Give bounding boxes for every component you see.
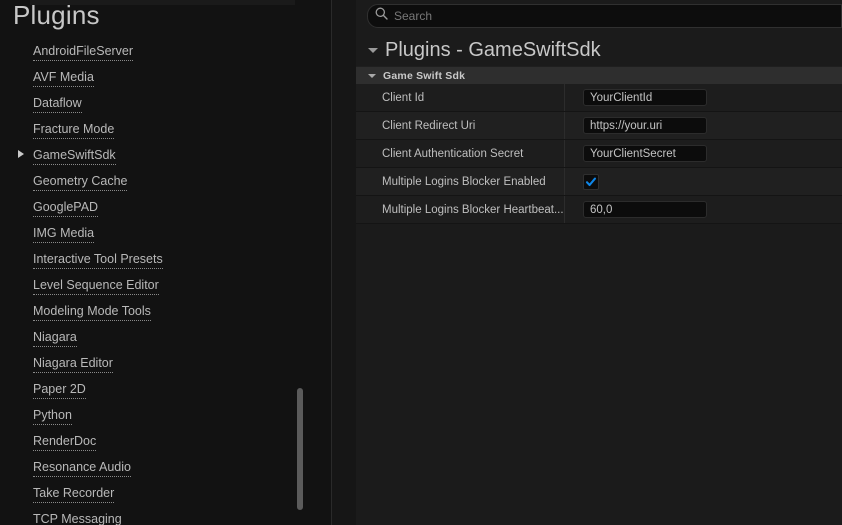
sidebar-item-label: Interactive Tool Presets (33, 251, 163, 269)
sidebar-item-label: Dataflow (33, 95, 82, 113)
sidebar-item-modeling-mode-tools[interactable]: Modeling Mode Tools (0, 298, 300, 324)
caret-down-icon[interactable] (368, 73, 376, 78)
sidebar-item-niagara-editor[interactable]: Niagara Editor (0, 350, 300, 376)
property-label: Multiple Logins Blocker Heartbeat... (382, 203, 564, 216)
sidebar-item-label: Niagara (33, 329, 77, 347)
sidebar-item-label: AndroidFileServer (33, 43, 134, 61)
sidebar-item-label: Resonance Audio (33, 459, 131, 477)
sidebar-item-interactive-tool-presets[interactable]: Interactive Tool Presets (0, 246, 300, 272)
sidebar-item-niagara[interactable]: Niagara (0, 324, 300, 350)
sidebar-item-gameswiftsdk[interactable]: GameSwiftSdk (0, 142, 300, 168)
property-row: Client Id YourClientId (356, 84, 842, 112)
text-input[interactable]: https://your.uri (583, 117, 707, 134)
property-rows: Client Id YourClientId Client Redirect Uri… (356, 84, 842, 224)
sidebar-item-renderdoc[interactable]: RenderDoc (0, 428, 300, 454)
checkmark-icon (585, 177, 597, 186)
sidebar-item-label: IMG Media (33, 225, 95, 243)
property-label: Multiple Logins Blocker Enabled (382, 175, 546, 188)
sidebar-item-avf-media[interactable]: AVF Media (0, 64, 300, 90)
property-value-cell: YourClientId (565, 89, 842, 106)
panel-gutter (332, 0, 356, 525)
property-row: Multiple Logins Blocker Heartbeat... 60,0 (356, 196, 842, 224)
sidebar-item-paper-2d[interactable]: Paper 2D (0, 376, 300, 402)
sidebar-item-googlepad[interactable]: GooglePAD (0, 194, 300, 220)
details-panel: Search Plugins - GameSwiftSdk Game Swift… (356, 0, 842, 525)
checkbox-input[interactable] (583, 173, 599, 190)
search-icon (375, 7, 388, 25)
property-label: Client Id (382, 91, 425, 104)
sidebar-item-geometry-cache[interactable]: Geometry Cache (0, 168, 300, 194)
property-label: Client Authentication Secret (382, 147, 524, 160)
search-row: Search (356, 0, 842, 34)
sidebar-item-take-recorder[interactable]: Take Recorder (0, 480, 300, 506)
sidebar-item-tcp-messaging[interactable]: TCP Messaging (0, 506, 300, 525)
plugins-settings-window: Plugins AndroidFileServer AVF Media Datafl… (0, 0, 842, 525)
sidebar-item-label: AVF Media (33, 69, 94, 87)
property-label: Client Redirect Uri (382, 119, 476, 132)
page-title: Plugins (13, 0, 100, 30)
sidebar-divider (331, 0, 332, 525)
property-row: Multiple Logins Blocker Enabled (356, 168, 842, 196)
sidebar-item-label: Level Sequence Editor (33, 277, 159, 295)
sidebar-item-label: TCP Messaging (33, 511, 122, 525)
plugins-sidebar: Plugins AndroidFileServer AVF Media Datafl… (0, 0, 332, 525)
property-row: Client Authentication Secret YourClientSe… (356, 140, 842, 168)
sidebar-item-label: Take Recorder (33, 485, 115, 503)
property-group-header[interactable]: Game Swift Sdk (356, 66, 842, 84)
caret-down-icon[interactable] (368, 47, 378, 53)
sidebar-item-dataflow[interactable]: Dataflow (0, 90, 300, 116)
text-input[interactable]: YourClientSecret (583, 145, 707, 162)
sidebar-item-img-media[interactable]: IMG Media (0, 220, 300, 246)
triangle-right-icon[interactable] (18, 150, 24, 158)
details-panel-empty-area (356, 238, 842, 525)
plugin-category-list: AndroidFileServer AVF Media Dataflow Fractu… (0, 38, 300, 525)
sidebar-item-androidfileserver[interactable]: AndroidFileServer (0, 38, 300, 64)
sidebar-item-label: Geometry Cache (33, 173, 128, 191)
panel-title: Plugins - GameSwiftSdk (385, 39, 601, 61)
property-group-title: Game Swift Sdk (383, 69, 466, 82)
sidebar-item-label: Modeling Mode Tools (33, 303, 151, 321)
sidebar-item-label: RenderDoc (33, 433, 97, 451)
sidebar-item-fracture-mode[interactable]: Fracture Mode (0, 116, 300, 142)
sidebar-item-label: Paper 2D (33, 381, 86, 399)
panel-title-row[interactable]: Plugins - GameSwiftSdk (356, 34, 842, 66)
property-value-cell: https://your.uri (565, 117, 842, 134)
property-value-cell: 60,0 (565, 201, 842, 218)
text-input[interactable]: YourClientId (583, 89, 707, 106)
search-input[interactable]: Search (367, 4, 842, 28)
sidebar-vertical-scrollbar[interactable] (297, 388, 303, 510)
property-value-cell (565, 173, 842, 190)
text-input[interactable]: 60,0 (583, 201, 707, 218)
search-placeholder: Search (394, 9, 433, 23)
sidebar-item-level-sequence-editor[interactable]: Level Sequence Editor (0, 272, 300, 298)
sidebar-item-python[interactable]: Python (0, 402, 300, 428)
sidebar-item-label: GooglePAD (33, 199, 99, 217)
sidebar-item-resonance-audio[interactable]: Resonance Audio (0, 454, 300, 480)
property-row: Client Redirect Uri https://your.uri (356, 112, 842, 140)
sidebar-item-label: Fracture Mode (33, 121, 115, 139)
sidebar-item-label: GameSwiftSdk (33, 147, 116, 165)
property-value-cell: YourClientSecret (565, 145, 842, 162)
sidebar-item-label: Niagara Editor (33, 355, 113, 373)
sidebar-item-label: Python (33, 407, 72, 425)
